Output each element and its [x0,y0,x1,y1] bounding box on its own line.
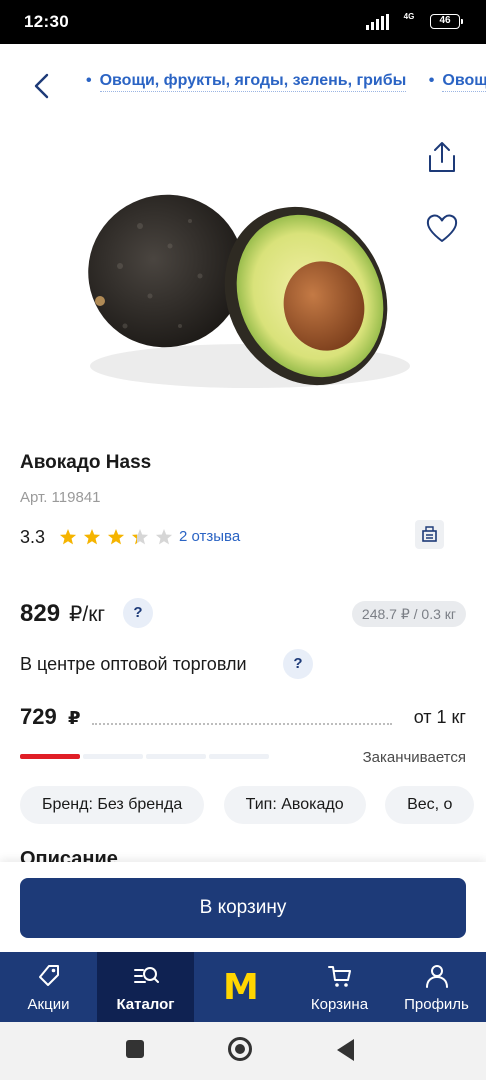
recents-button[interactable] [126,1040,144,1058]
tag-icon [39,965,59,986]
stock-bar-segment [209,754,269,759]
home-button[interactable] [228,1037,252,1061]
breadcrumb: • Овощи, фрукты, ягоды, зелень, грибы • Ов… [86,72,486,92]
rating-value: 3.3 [20,527,46,547]
wholesale-label: В центре оптовой торговли [20,654,247,674]
system-back-button[interactable] [337,1039,354,1061]
wholesale-price-row: 729 ₽ от 1 кг [20,704,466,734]
metro-logo: M [223,967,259,1008]
top-bar: • Овощи, фрукты, ягоды, зелень, грибы • Ов… [0,44,486,126]
breadcrumb-item[interactable]: •Овощи [429,72,486,92]
star-icon [131,529,149,545]
reviews-link[interactable]: 2 отзыва [179,528,240,545]
status-bar: 12:30 4G 46 [0,0,486,44]
product-title: Авокадо Hass [20,452,152,473]
star-icon [83,529,101,545]
rating-stars [59,529,173,545]
tab-home-logo[interactable]: M [194,952,291,1022]
tab-catalog[interactable]: Каталог [97,952,194,1022]
share-icon [429,142,455,172]
system-nav-bar [0,1022,486,1080]
star-icon [107,529,125,545]
star-icon [155,529,173,545]
share-button[interactable] [422,140,462,176]
heart-icon [426,214,458,242]
compare-button[interactable] [415,520,444,549]
profile-icon [426,965,448,988]
signal-icon [366,14,390,30]
attribute-chip[interactable]: Вес, о [385,786,475,824]
price-row: 829 ₽/кг ? 248.7 ₽ / 0.3 кг [20,598,466,630]
tab-promotions[interactable]: Акции [0,952,97,1022]
wholesale-row: В центре оптовой торговли ? [20,648,466,680]
tab-profile[interactable]: Профиль [388,952,485,1022]
wholesale-currency: ₽ [68,708,81,728]
stock-bar-segment [146,754,206,759]
rating-row: 3.3 2 отзыва [20,520,466,549]
wholesale-price: 729 [20,704,57,729]
compare-icon [422,526,437,542]
attribute-chips: Бренд: Без бренда Тип: Авокадо Вес, о [20,786,486,824]
product-image [0,126,486,446]
price-unit: ₽/кг [69,603,106,626]
wholesale-condition: от 1 кг [413,707,466,727]
stock-bar-segment [83,754,143,759]
catalog-search-icon [134,967,159,983]
network-type: 4G [403,12,415,21]
add-to-cart-button[interactable]: В корзину [20,878,466,938]
battery-icon: 46 [430,14,463,29]
status-time: 12:30 [24,12,69,31]
cart-panel: В корзину [0,862,486,952]
back-button[interactable] [26,69,60,103]
stock-indicator: Заканчивается [20,747,466,769]
cart-icon [328,966,351,987]
wholesale-help-button[interactable]: ? [283,649,313,679]
bottom-tab-bar: Акции Каталог M Корзина Профиль [0,952,486,1022]
star-icon [59,529,77,545]
stock-label: Заканчивается [362,749,466,766]
price-per-weight-badge: 248.7 ₽ / 0.3 кг [351,601,466,627]
favorite-button[interactable] [422,208,462,248]
attribute-chip[interactable]: Бренд: Без бренда [20,786,205,824]
dotted-leader [92,723,392,725]
tab-cart[interactable]: Корзина [291,952,388,1022]
breadcrumb-item[interactable]: • Овощи, фрукты, ягоды, зелень, грибы [86,72,407,92]
price-help-button[interactable]: ? [123,598,153,628]
stock-bar-segment [20,754,80,759]
chevron-left-icon [34,73,49,99]
attribute-chip[interactable]: Тип: Авокадо [223,786,366,824]
product-article: Арт. 119841 [20,489,101,506]
price-value: 829 [20,600,61,627]
